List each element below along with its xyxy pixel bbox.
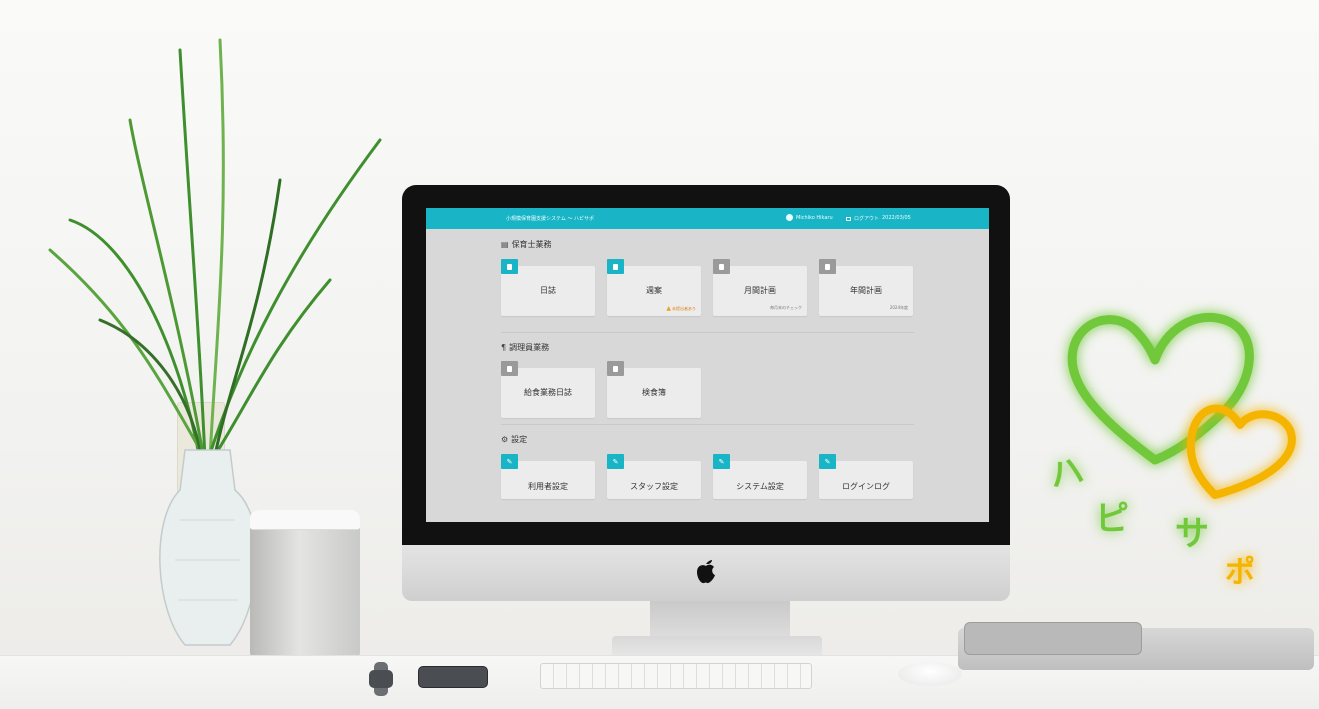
mouse-image [898,662,962,686]
app-screen: 小規模保育園支援システム ～ ハピサポ Michiko Hikaru ログアウト… [426,208,989,522]
user-name: Michiko Hikaru [796,214,833,221]
hapisapo-logo: ハ ピ サ ポ [1046,312,1296,590]
tile-staff-settings[interactable]: ✎ スタッフ設定 [607,454,701,499]
user-menu[interactable]: Michiko Hikaru [786,214,833,221]
utensils-icon: ¶ [501,343,507,352]
tile-label: 年間計画 [850,286,882,295]
tile-weekly-plan[interactable]: 週案 ▲ 未提出者あり [607,259,701,316]
tile-annual-plan[interactable]: 年間計画 2024年度 [819,259,913,316]
clipboard-icon [819,259,836,274]
tile-label: 給食業務日誌 [524,388,572,397]
logo-char-3: サ [1175,514,1209,554]
desk-scene: 小規模保育園支援システム ～ ハピサポ Michiko Hikaru ログアウト… [0,0,1319,709]
wrench-icon: ✎ [713,454,730,469]
warning-text: 未提出者あり [672,305,696,311]
warning-icon: ▲ [666,305,671,312]
section-nursery-title: ▤ 保育士業務 [501,239,552,250]
logo-char-2: ピ [1095,499,1129,539]
tile-login-log[interactable]: ✎ ログインログ [819,454,913,499]
tile-food-inspection[interactable]: 検食簿 [607,361,701,418]
tile-label: 検食簿 [642,388,666,397]
user-icon [786,214,793,221]
section-kitchen-title: ¶ 調理員業務 [501,342,549,353]
current-date: 2022/03/05 [882,215,911,221]
clipboard-icon [607,259,624,274]
logo-char-1: ハ [1046,451,1088,497]
speaker-top [250,510,360,530]
monitor-stand [650,600,790,640]
tile-diary[interactable]: 日誌 [501,259,595,316]
logo-char-4: ポ [1225,555,1255,590]
logout-link[interactable]: ログアウト [846,215,879,222]
logout-icon [846,216,851,221]
app-header: 小規模保育園支援システム ～ ハピサポ Michiko Hikaru ログアウト… [426,208,989,229]
tile-sub: 2024年度 [889,305,908,310]
section-title: 設定 [511,435,528,444]
speaker-image [250,510,360,660]
clipboard-icon [501,361,518,376]
orange-heart-icon [1186,404,1296,499]
watch-icon [369,662,393,696]
divider [501,424,914,425]
tile-label: ログインログ [842,482,890,491]
tile-monthly-plan[interactable]: 月間計画 毎月末のチェック [713,259,807,316]
tile-meal-log[interactable]: 給食業務日誌 [501,361,595,418]
wrench-icon: ✎ [501,454,518,469]
logout-label: ログアウト [854,216,880,222]
clipboard-icon [713,259,730,274]
tile-user-settings[interactable]: ✎ 利用者設定 [501,454,595,499]
tablet-image [964,622,1142,655]
tile-label: 月間計画 [744,286,776,295]
gears-icon: ⚙ [501,435,509,444]
divider [501,332,914,333]
wrench-icon: ✎ [819,454,836,469]
tile-sub: 毎月末のチェック [770,305,802,310]
tile-label: システム設定 [736,482,784,491]
green-heart-icon [1067,312,1254,465]
tile-label: 週案 [646,286,662,295]
tile-label: 利用者設定 [528,482,568,491]
phone-image [418,666,488,688]
wrench-icon: ✎ [607,454,624,469]
section-settings-title: ⚙ 設定 [501,434,527,445]
apple-logo-icon [697,560,715,584]
tile-label: スタッフ設定 [630,482,678,491]
clipboard-icon [607,361,624,376]
tile-label: 日誌 [540,286,556,295]
section-title: 保育士業務 [511,240,552,249]
clipboard-icon [501,259,518,274]
newspaper-icon: ▤ [501,240,509,249]
app-title: 小規模保育園支援システム ～ ハピサポ [506,216,595,222]
tile-system-settings[interactable]: ✎ システム設定 [713,454,807,499]
keyboard-image [540,663,812,689]
tile-warning: ▲ 未提出者あり [666,305,696,312]
section-title: 調理員業務 [509,343,550,352]
